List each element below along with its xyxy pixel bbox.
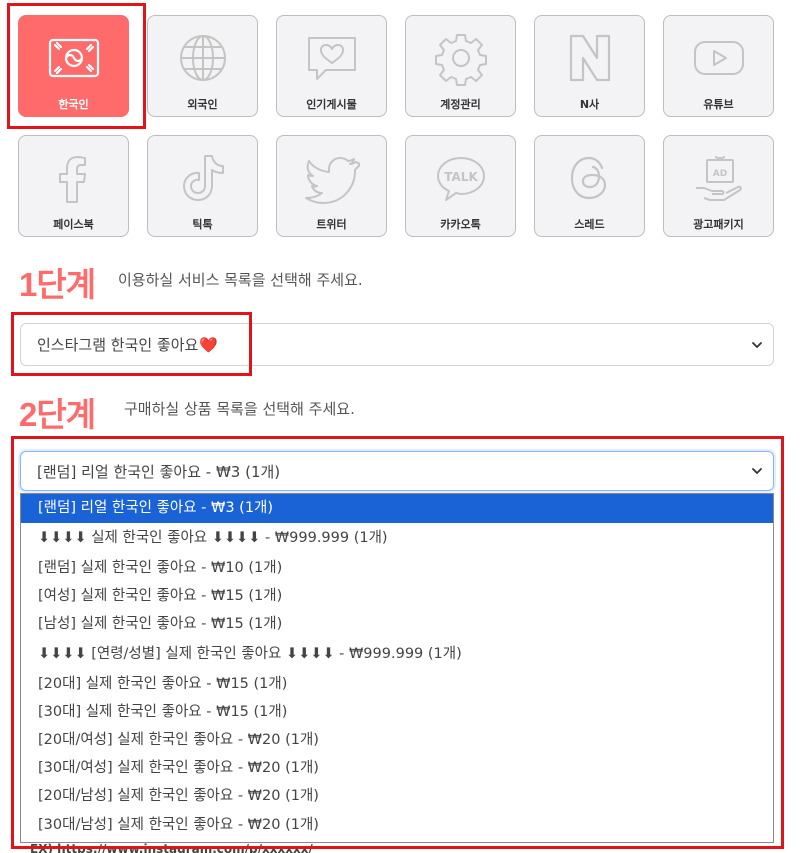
tile-label: 한국인 xyxy=(58,98,89,111)
tile-threads[interactable]: 스레드 xyxy=(534,135,645,237)
product-option[interactable]: [랜덤] 실제 한국인 좋아요 - ₩10 (1개) xyxy=(21,554,773,582)
tile-kakaotalk[interactable]: TALK 카카오톡 xyxy=(405,135,516,237)
tile-label: N사 xyxy=(579,98,600,111)
product-option[interactable]: ⬇⬇⬇⬇ [연령/성별] 실제 한국인 좋아요 ⬇⬇⬇⬇ - ₩999.999 … xyxy=(21,639,773,670)
gear-icon xyxy=(433,30,489,86)
product-option[interactable]: ⬇⬇⬇⬇ 실제 한국인 좋아요 ⬇⬇⬇⬇ - ₩999.999 (1개) xyxy=(21,523,773,554)
svg-text:AD: AD xyxy=(712,169,726,179)
ad-gift-icon: AD xyxy=(691,150,747,206)
service-select-value: 인스타그램 한국인 좋아요 xyxy=(37,336,199,354)
product-option[interactable]: [랜덤] 리얼 한국인 좋아요 - ₩3 (1개) xyxy=(21,494,773,523)
tile-popular-posts[interactable]: 인기게시물 xyxy=(276,15,387,117)
product-option[interactable]: [여성] 실제 한국인 좋아요 - ₩15 (1개) xyxy=(21,582,773,610)
tile-korean[interactable]: 한국인 xyxy=(18,15,129,117)
step1-description: 이용하실 서비스 목록을 선택해 주세요. xyxy=(118,271,363,289)
product-option[interactable]: [남성] 실제 한국인 좋아요 - ₩15 (1개) xyxy=(21,610,773,638)
heart-emoji: ❤️ xyxy=(199,335,219,354)
naver-n-icon xyxy=(562,30,618,86)
product-option[interactable]: [30대/여성] 실제 한국인 좋아요 - ₩20 (1개) xyxy=(21,754,773,782)
tile-label: 유튜브 xyxy=(703,98,734,111)
tile-label: 페이스북 xyxy=(53,218,94,231)
tile-label: 계정관리 xyxy=(440,98,481,111)
chevron-down-icon xyxy=(752,341,762,348)
tile-naver[interactable]: N사 xyxy=(534,15,645,117)
chevron-down-icon xyxy=(752,468,762,474)
tile-ad-package[interactable]: AD 광고패키지 xyxy=(663,135,774,237)
step2-number: 2단계 xyxy=(19,396,96,433)
step2-description: 구매하실 상품 목록을 선택해 주세요. xyxy=(124,400,355,418)
globe-icon xyxy=(175,30,231,86)
tile-youtube[interactable]: 유튜브 xyxy=(663,15,774,117)
facebook-icon xyxy=(46,150,102,206)
product-option[interactable]: [20대/여성] 실제 한국인 좋아요 - ₩20 (1개) xyxy=(21,726,773,754)
tile-label: 트위터 xyxy=(316,218,347,231)
tile-label: 외국인 xyxy=(187,98,218,111)
tiktok-icon xyxy=(175,150,231,206)
tile-label: 인기게시물 xyxy=(306,98,357,111)
product-dropdown-list[interactable]: [랜덤] 리얼 한국인 좋아요 - ₩3 (1개) ⬇⬇⬇⬇ 실제 한국인 좋아… xyxy=(20,493,774,843)
product-option[interactable]: [20대/남성] 실제 한국인 좋아요 - ₩20 (1개) xyxy=(21,782,773,810)
product-option[interactable]: [30대/남성] 실제 한국인 좋아요 - ₩20 (1개) xyxy=(21,811,773,839)
step1-number: 1단계 xyxy=(19,266,96,303)
service-select[interactable]: 인스타그램 한국인 좋아요 ❤️ xyxy=(20,323,774,366)
tile-facebook[interactable]: 페이스북 xyxy=(18,135,129,237)
tile-label: 카카오톡 xyxy=(440,218,481,231)
korea-flag-icon xyxy=(46,30,102,86)
threads-icon xyxy=(562,150,618,206)
tile-account[interactable]: 계정관리 xyxy=(405,15,516,117)
product-select[interactable]: [랜덤] 리얼 한국인 좋아요 - ₩3 (1개) xyxy=(20,451,774,491)
svg-text:TALK: TALK xyxy=(444,170,478,184)
kakaotalk-icon: TALK xyxy=(433,150,489,206)
tile-foreigner[interactable]: 외국인 xyxy=(147,15,258,117)
tile-twitter[interactable]: 트위터 xyxy=(276,135,387,237)
heart-chat-icon xyxy=(304,30,360,86)
twitter-icon xyxy=(304,150,360,206)
product-option[interactable]: [30대] 실제 한국인 좋아요 - ₩15 (1개) xyxy=(21,698,773,726)
youtube-icon xyxy=(691,30,747,86)
tile-label: 광고패키지 xyxy=(693,218,744,231)
example-url-text: EX) https://www.instagram.com/p/xxxxxx/ xyxy=(30,842,313,853)
product-option[interactable]: [20대] 실제 한국인 좋아요 - ₩15 (1개) xyxy=(21,670,773,698)
product-select-value: [랜덤] 리얼 한국인 좋아요 - ₩3 (1개) xyxy=(37,462,281,481)
tile-tiktok[interactable]: 틱톡 xyxy=(147,135,258,237)
tile-label: 스레드 xyxy=(574,218,605,231)
tile-label: 틱톡 xyxy=(192,218,213,231)
